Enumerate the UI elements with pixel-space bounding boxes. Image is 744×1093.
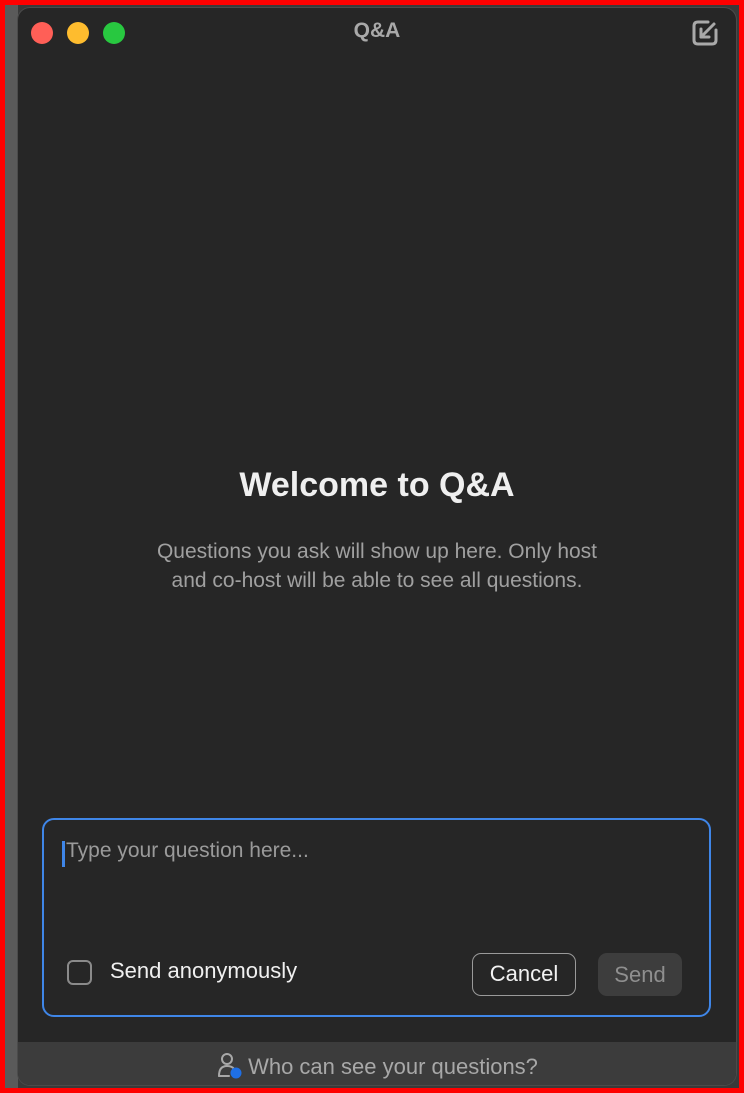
popout-button[interactable] <box>690 18 720 48</box>
send-button[interactable]: Send <box>598 953 682 996</box>
cancel-button[interactable]: Cancel <box>472 953 576 996</box>
text-caret <box>62 841 65 867</box>
question-input[interactable] <box>62 836 686 866</box>
visibility-info-label: Who can see your questions? <box>248 1054 538 1079</box>
background-window-edge <box>5 5 18 1088</box>
visibility-info-bar[interactable]: Who can see your questions? <box>18 1042 736 1085</box>
question-composer: Send anonymously Cancel Send <box>42 818 711 1017</box>
welcome-heading: Welcome to Q&A <box>239 466 515 504</box>
title-bar: Q&A <box>18 8 736 56</box>
send-anonymously-label[interactable]: Send anonymously <box>110 958 297 984</box>
qa-window: Q&A Welcome to Q&A Questions you ask wil… <box>18 8 736 1085</box>
visibility-info-content: Who can see your questions? <box>18 1051 736 1080</box>
send-anonymously-checkbox[interactable] <box>67 960 92 985</box>
person-visibility-icon <box>218 1053 242 1079</box>
window-title: Q&A <box>353 19 401 42</box>
welcome-description: Questions you ask will show up here. Onl… <box>156 540 598 592</box>
popout-arrow-icon <box>692 20 718 46</box>
